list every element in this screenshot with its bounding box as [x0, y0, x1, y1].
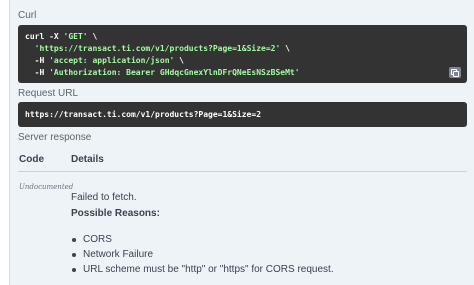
response-details: Failed to fetch. Possible Reasons: CORS … [71, 190, 334, 277]
list-item: Network Failure [71, 247, 334, 262]
list-item: CORS [71, 232, 334, 247]
server-response-label: Server response [18, 132, 92, 143]
reasons-list: CORS Network Failure URL scheme must be … [71, 232, 334, 277]
request-url-value: https://transact.ti.com/v1/products?Page… [25, 110, 262, 119]
curl-line: 'https://transact.ti.com/v1/products?Pag… [34, 44, 290, 53]
request-url-block[interactable]: https://transact.ti.com/v1/products?Page… [18, 102, 467, 127]
reasons-title: Possible Reasons: [71, 208, 160, 219]
curl-line: curl -X 'GET' \ [25, 32, 98, 41]
curl-code-block[interactable]: curl -X 'GET' \ 'https://transact.ti.com… [18, 25, 467, 83]
error-message: Failed to fetch. [71, 192, 137, 203]
column-header-details: Details [71, 154, 104, 165]
request-url-label: Request URL [18, 88, 79, 99]
response-table-header: Code Details [18, 150, 467, 172]
response-code: Undocumented [19, 183, 74, 191]
copy-to-clipboard-button[interactable] [449, 67, 461, 78]
curl-line: -H 'accept: application/json' \ [25, 56, 184, 65]
column-header-code: Code [19, 154, 44, 165]
copy-icon-front [453, 71, 459, 77]
list-item: URL scheme must be "http" or "https" for… [71, 262, 334, 277]
curl-label: Curl [18, 10, 37, 21]
curl-line: -H 'Authorization: Bearer GHdqcGnexYlnDF… [25, 68, 300, 77]
